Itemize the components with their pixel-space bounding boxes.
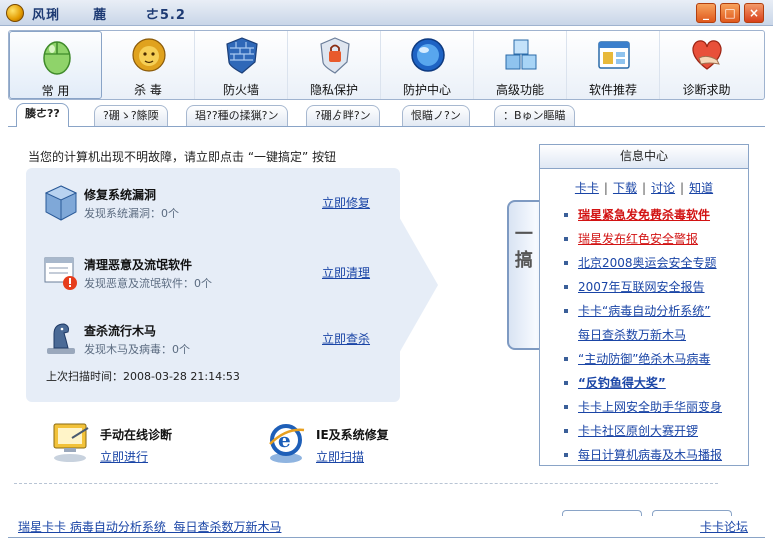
mouse-icon xyxy=(43,41,71,75)
clean-malware-item: 清理恶意及流氓软件 发现恶意及流氓软件：0个 立即清理 xyxy=(44,252,384,304)
repair-vulnerability-item: 修复系统漏洞 发现系统漏洞：0个 立即修复 xyxy=(44,182,384,234)
online-diagnose-item: 手动在线诊断 立即进行 xyxy=(50,420,250,470)
ie-repair-item: e IE及系统修复 立即扫描 xyxy=(266,420,466,470)
toolbar-label: 防护中心 xyxy=(402,83,451,97)
nav-kaka-link[interactable]: 卡卡 xyxy=(575,181,599,195)
toolbar-software-button[interactable]: 软件推荐 xyxy=(567,31,660,99)
info-nav: 卡卡 | 下载 | 讨论 | 知道 xyxy=(574,181,714,195)
item-status: 发现恶意及流氓软件：0个 xyxy=(84,277,212,290)
toolbar-help-button[interactable]: 诊断求助 xyxy=(660,31,753,99)
tab-5[interactable]: 恨瞄ノ?ン xyxy=(402,105,470,126)
ie-repair-title: IE及系统修复 xyxy=(316,428,389,442)
last-scan-time: 上次扫描时间：2008-03-28 21:14:53 xyxy=(46,370,240,383)
nav-discuss-link[interactable]: 讨论 xyxy=(651,181,675,195)
toolbar-common-button[interactable]: 常 用 xyxy=(9,31,102,99)
info-center-title: 信息中心 xyxy=(540,145,748,169)
news-item[interactable]: 每日计算机病毒及木马播报 xyxy=(564,443,748,467)
toolbar-label: 隐私保护 xyxy=(309,83,358,97)
diagnose-title: 手动在线诊断 xyxy=(100,428,173,442)
toolbar-advanced-button[interactable]: 高级功能 xyxy=(474,31,567,99)
tab-3[interactable]: 琩??種の揉猟?ン xyxy=(186,105,288,126)
fault-notice: 当您的计算机出现不明故障，请立即点击 “一键搞定” 按钮 xyxy=(28,150,337,164)
lion-icon xyxy=(132,38,166,72)
news-item[interactable]: 卡卡社区原创大赛开锣 xyxy=(564,419,748,443)
toolbar-antivirus-button[interactable]: 杀 毒 xyxy=(102,31,195,99)
main-toolbar: 常 用 杀 毒 防火墙 隐私保护 防护中心 高级功能 软件推荐 诊断求助 xyxy=(8,30,765,100)
item-title: 修复系统漏洞 xyxy=(84,188,157,202)
minimize-button[interactable]: _ xyxy=(696,3,716,23)
scan-panel: 修复系统漏洞 发现系统漏洞：0个 立即修复 清理恶意及流氓软件 发现恶意及流氓软… xyxy=(26,168,400,402)
news-item[interactable]: 2007年互联网安全报告 xyxy=(564,275,748,299)
maximize-button[interactable]: □ xyxy=(720,3,740,23)
ie-logo-icon: e xyxy=(269,424,305,463)
close-button[interactable]: × xyxy=(744,3,764,23)
news-item[interactable]: 每日查杀数万新木马 xyxy=(564,323,748,347)
tab-strip: 腠ㄜ?? ?硼ゝ?篨陾 琩??種の揉猟?ン ?硼ゟ眫?ン 恨瞄ノ?ン ：Bゅン瞘… xyxy=(8,101,765,127)
title-bar: 风琍 蔍 ㄜ5.2 _ □ × xyxy=(0,0,773,26)
tab-4[interactable]: ?硼ゟ眫?ン xyxy=(306,105,380,126)
protection-globe-icon xyxy=(411,38,445,72)
repair-now-link[interactable]: 立即修复 xyxy=(322,194,370,211)
item-title: 清理恶意及流氓软件 xyxy=(84,258,193,272)
diagnose-now-link[interactable]: 立即进行 xyxy=(100,448,148,465)
toolbar-label: 软件推荐 xyxy=(588,83,637,97)
trojan-horse-icon xyxy=(47,323,75,354)
toolbar-protection-center-button[interactable]: 防护中心 xyxy=(381,31,474,99)
info-center: 信息中心 卡卡 | 下载 | 讨论 | 知道 瑞星紧急发免费杀毒软件 瑞星发布红色安全警报 … xyxy=(539,144,749,466)
clean-now-link[interactable]: 立即清理 xyxy=(322,264,370,281)
software-window-icon xyxy=(598,41,630,69)
news-item[interactable]: “主动防御”绝杀木马病毒 xyxy=(564,347,748,371)
monitor-diagnose-icon xyxy=(53,423,89,462)
firewall-shield-icon xyxy=(226,37,258,74)
tab-1[interactable]: 腠ㄜ?? xyxy=(16,103,69,127)
news-item[interactable]: 瑞星紧急发免费杀毒软件 xyxy=(564,203,748,227)
nav-know-link[interactable]: 知道 xyxy=(689,181,713,195)
item-status: 发现系统漏洞：0个 xyxy=(84,207,179,220)
tab-6[interactable]: ：Bゅン瞘瞄 xyxy=(494,105,575,126)
status-promo-link[interactable]: 瑞星卡卡 病毒自动分析系统 每日查杀数万新木马 xyxy=(18,518,281,535)
system-cube-icon xyxy=(44,185,78,221)
news-item[interactable]: 卡卡上网安全助手华丽变身 xyxy=(564,395,748,419)
kill-now-link[interactable]: 立即查杀 xyxy=(322,330,370,347)
toolbar-privacy-button[interactable]: 隐私保护 xyxy=(288,31,381,99)
scan-now-link[interactable]: 立即扫描 xyxy=(316,448,364,465)
tab-2[interactable]: ?硼ゝ?篨陾 xyxy=(94,105,168,126)
toolbar-label: 杀 毒 xyxy=(134,83,162,97)
status-bar: 瑞星卡卡 病毒自动分析系统 每日查杀数万新木马 卡卡论坛 xyxy=(0,510,773,549)
toolbar-label: 常 用 xyxy=(41,84,70,98)
toolbar-firewall-button[interactable]: 防火墙 xyxy=(195,31,288,99)
news-item[interactable]: 瑞星发布红色安全警报 xyxy=(564,227,748,251)
window-title: 风琍 蔍 ㄜ5.2 xyxy=(32,8,186,23)
warning-window-icon xyxy=(44,257,77,290)
item-status: 发现木马及病毒：0个 xyxy=(84,343,190,356)
kill-trojan-item: 查杀流行木马 发现木马及病毒：0个 立即查杀 xyxy=(44,318,384,370)
toolbar-label: 防火墙 xyxy=(222,83,259,97)
toolbar-label: 诊断求助 xyxy=(682,83,731,97)
news-item[interactable]: 卡卡“病毒自动分析系统” xyxy=(564,299,748,323)
panel-arrow xyxy=(398,215,438,355)
kaka-forum-link[interactable]: 卡卡论坛 xyxy=(700,518,748,535)
news-item[interactable]: 北京2008奥运会安全专题 xyxy=(564,251,748,275)
toolbar-label: 高级功能 xyxy=(495,83,544,97)
news-list: 瑞星紧急发免费杀毒软件 瑞星发布红色安全警报 北京2008奥运会安全专题 200… xyxy=(564,203,748,467)
news-item[interactable]: “反钓鱼得大奖” xyxy=(564,371,748,395)
item-title: 查杀流行木马 xyxy=(84,324,157,338)
nav-download-link[interactable]: 下载 xyxy=(613,181,637,195)
heart-hand-icon xyxy=(692,40,722,70)
cubes-icon xyxy=(505,39,537,70)
privacy-lock-icon xyxy=(320,37,350,74)
app-logo-icon xyxy=(6,4,24,22)
divider xyxy=(14,483,718,484)
